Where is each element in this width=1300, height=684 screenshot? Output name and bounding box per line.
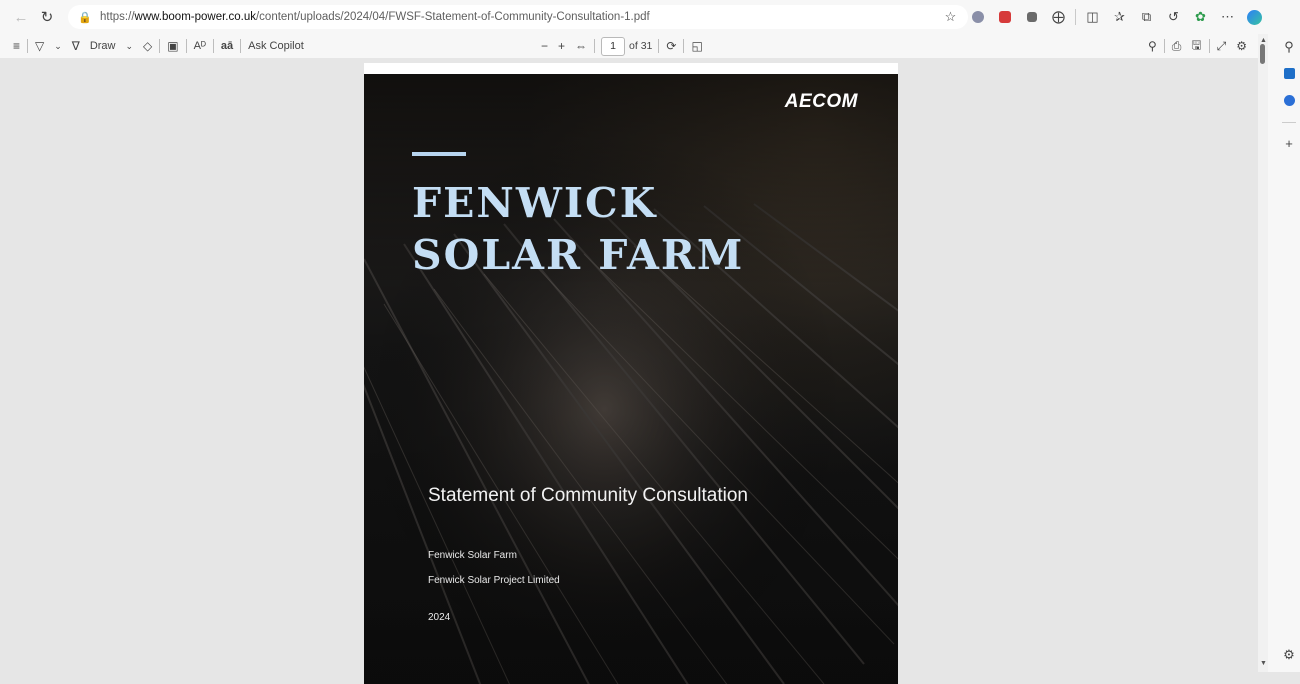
refresh-icon[interactable]: ↻ — [34, 4, 60, 30]
divider — [159, 39, 161, 53]
divider — [1208, 39, 1210, 53]
add-icon[interactable]: + — [1279, 133, 1299, 153]
divider — [27, 39, 29, 53]
company-name: Fenwick Solar Project Limited — [428, 575, 560, 586]
address-bar[interactable]: 🔒 https://www.boom-power.co.uk/content/u… — [68, 5, 968, 29]
scrollbar-thumb[interactable] — [1260, 44, 1265, 64]
sidebar-settings-icon[interactable]: ⚙ — [1279, 645, 1299, 665]
collections-icon[interactable]: ⧉ — [1133, 4, 1160, 30]
outlook-icon[interactable] — [1279, 63, 1299, 83]
green-extension-icon[interactable]: ✿ — [1187, 4, 1214, 30]
rotate-icon[interactable]: ⟳ — [661, 35, 681, 57]
aecom-logo: AECOM — [784, 91, 858, 112]
url-domain: www.boom-power.co.uk — [134, 11, 256, 23]
settings-gear-icon[interactable]: ⚙ — [1231, 35, 1252, 57]
browser-toolbar: ← ↻ 🔒 https://www.boom-power.co.uk/conte… — [0, 0, 1300, 34]
divider — [185, 39, 187, 53]
copilot-icon[interactable] — [1241, 4, 1268, 30]
fit-width-icon[interactable]: ⇔ — [570, 35, 592, 57]
office-icon[interactable] — [1279, 90, 1299, 110]
page-total: of 31 — [629, 40, 653, 52]
split-screen-icon[interactable]: ◫ — [1079, 4, 1106, 30]
zoom-out-button[interactable]: − — [536, 35, 553, 57]
search-icon[interactable]: ⚲ — [1143, 35, 1162, 57]
text-box-icon[interactable]: ▣ — [162, 35, 183, 57]
pdf-cover-page: AECOM FENWICK SOLAR FARM Statement of Co… — [364, 74, 898, 684]
browser-icons: ☆ ⨁ ◫ ✰ ⧉ ↺ ✿ ⋯ — [937, 0, 1268, 34]
scrollbar[interactable]: ▲ ▼ — [1258, 34, 1268, 672]
back-arrow-icon[interactable]: ← — [8, 4, 34, 30]
url-prefix: https:// — [100, 11, 135, 23]
print-icon[interactable]: ⎙ — [1167, 35, 1187, 57]
chevron-down-icon[interactable]: ⌄ — [121, 35, 139, 57]
page-view-icon[interactable]: ◱ — [686, 35, 707, 57]
extensions-puzzle-icon[interactable]: ⨁ — [1045, 4, 1072, 30]
solar-panel-background — [364, 74, 898, 684]
divider — [1282, 122, 1296, 123]
pdf-toolbar: ≡ ▽ ⌄ ∇ Draw ⌄ ◇ ▣ Aᴰ aā Ask Copilot − +… — [0, 34, 1258, 58]
zoom-in-button[interactable]: + — [553, 35, 570, 57]
chevron-down-icon[interactable]: ⌄ — [49, 35, 67, 57]
more-menu-icon[interactable]: ⋯ — [1214, 4, 1241, 30]
draw-button[interactable]: Draw — [85, 35, 121, 57]
divider — [658, 39, 660, 53]
cover-title-line-2: SOLAR FARM — [412, 231, 745, 279]
title-accent-bar — [412, 152, 466, 156]
document-subtitle: Statement of Community Consultation — [428, 485, 748, 506]
extension-icon[interactable] — [964, 4, 991, 30]
cover-title-line-1: FENWICK — [412, 179, 658, 227]
page-controls: − + ⇔ 1 of 31 ⟳ ◱ — [536, 34, 708, 58]
pdf-actions: ⚲ ⎙ 🖫 ⤢ ⚙ — [1143, 34, 1252, 58]
divider — [240, 39, 242, 53]
divider — [683, 39, 685, 53]
pdf-viewer[interactable]: AECOM FENWICK SOLAR FARM Statement of Co… — [0, 58, 1258, 684]
divider — [594, 39, 596, 53]
document-year: 2024 — [428, 612, 451, 623]
highlight-icon[interactable]: ▽ — [30, 35, 49, 57]
lock-icon[interactable]: 🔒 — [78, 11, 94, 24]
divider — [212, 39, 214, 53]
favorite-star-icon[interactable]: ☆ — [937, 4, 964, 30]
pdf-extension-icon[interactable] — [991, 4, 1018, 30]
sidebar-search-icon[interactable]: ⚲ — [1279, 37, 1299, 57]
translate-icon[interactable]: aā — [216, 35, 238, 57]
scroll-down-icon[interactable]: ▼ — [1260, 660, 1267, 667]
cover-title: FENWICK SOLAR FARM — [412, 177, 744, 281]
ask-copilot-button[interactable]: Ask Copilot — [243, 35, 309, 57]
divider — [1163, 39, 1165, 53]
divider — [1075, 9, 1076, 25]
eraser-icon[interactable]: ◇ — [138, 35, 157, 57]
page-number-input[interactable]: 1 — [601, 36, 626, 56]
reader-icon[interactable] — [1018, 4, 1045, 30]
read-aloud-icon[interactable]: Aᴰ — [189, 35, 211, 57]
url-path: /content/uploads/2024/04/FWSF-Statement-… — [255, 11, 650, 23]
project-name: Fenwick Solar Farm — [428, 550, 517, 561]
favorites-icon[interactable]: ✰ — [1106, 4, 1133, 30]
draw-icon[interactable]: ∇ — [67, 35, 85, 57]
save-icon[interactable]: 🖫 — [1186, 35, 1206, 57]
scroll-up-icon[interactable]: ▲ — [1260, 37, 1267, 44]
contents-icon[interactable]: ≡ — [8, 35, 25, 57]
history-icon[interactable]: ↺ — [1160, 4, 1187, 30]
page-top-margin — [364, 63, 898, 74]
fullscreen-icon[interactable]: ⤢ — [1212, 35, 1232, 57]
